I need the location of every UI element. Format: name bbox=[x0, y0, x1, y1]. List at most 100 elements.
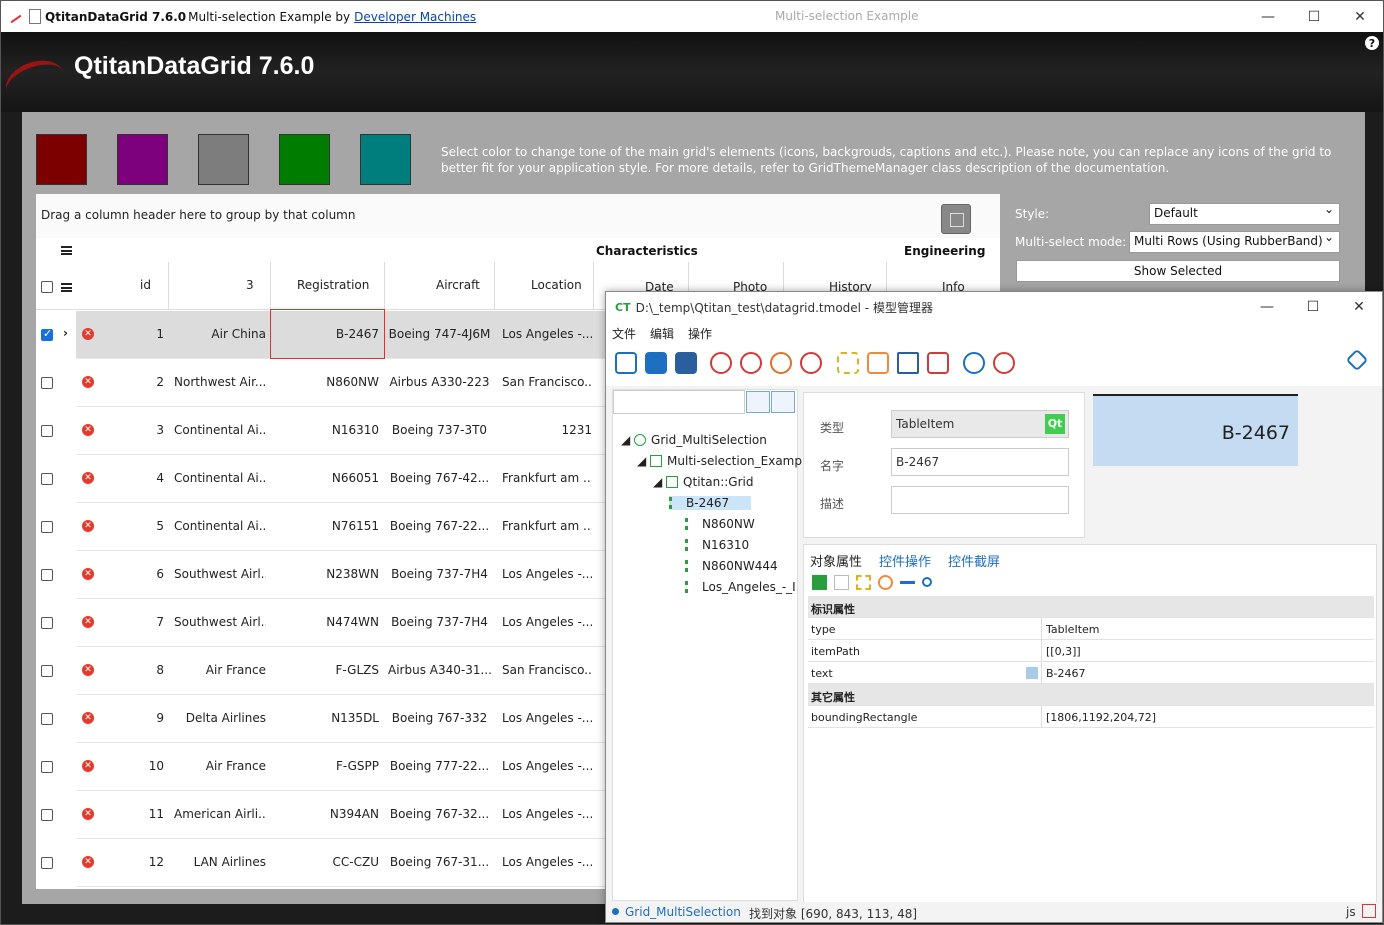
tree-search-input[interactable] bbox=[613, 390, 745, 414]
cell-airline[interactable]: American Airli... bbox=[174, 807, 266, 821]
close-button[interactable]: ✕ bbox=[1337, 1, 1383, 32]
cell-airline[interactable]: Continental Ai... bbox=[174, 423, 266, 437]
tree-node[interactable]: Los_Angeles_-_I bbox=[685, 580, 797, 594]
tree-node[interactable]: N860NW bbox=[685, 517, 755, 531]
cell-aircraft[interactable]: Airbus A330-223 bbox=[388, 375, 491, 389]
delete-row-icon[interactable]: ✕ bbox=[82, 808, 94, 820]
style-select[interactable]: Default bbox=[1149, 202, 1340, 225]
mm-close-button[interactable]: ✕ bbox=[1336, 292, 1382, 322]
delete-row-icon[interactable]: ✕ bbox=[82, 328, 94, 340]
cell-id[interactable]: 10 bbox=[149, 759, 164, 773]
timer-icon[interactable] bbox=[993, 352, 1015, 374]
cell-registration[interactable]: N135DL bbox=[276, 711, 379, 725]
cell-aircraft[interactable]: Boeing 767-332 bbox=[388, 711, 491, 725]
delete-row-icon[interactable]: ✕ bbox=[82, 664, 94, 676]
link-icon[interactable] bbox=[963, 352, 985, 374]
row-checkbox[interactable] bbox=[41, 617, 53, 629]
cell-airline[interactable]: Air France bbox=[174, 663, 266, 677]
save-icon[interactable] bbox=[675, 352, 697, 374]
cell-registration[interactable]: CC-CZU bbox=[276, 855, 379, 869]
property-row[interactable]: itemPath [[0,3]] bbox=[808, 640, 1374, 662]
row-checkbox[interactable] bbox=[41, 857, 53, 869]
delete-row-icon[interactable]: ✕ bbox=[82, 376, 94, 388]
open-folder-icon[interactable] bbox=[645, 352, 667, 374]
menu-action[interactable]: 操作 bbox=[688, 325, 712, 342]
cell-registration[interactable]: N238WN bbox=[276, 567, 379, 581]
cell-id[interactable]: 12 bbox=[149, 855, 164, 869]
property-row[interactable]: boundingRectangle [1806,1192,204,72] bbox=[808, 706, 1374, 728]
help-icon[interactable]: ? bbox=[1365, 36, 1379, 50]
tree-filter-button[interactable] bbox=[771, 391, 795, 413]
link-property-icon[interactable] bbox=[900, 581, 915, 584]
cell-airline[interactable]: Southwest Airl... bbox=[174, 615, 266, 629]
delete-row-icon[interactable]: ✕ bbox=[82, 856, 94, 868]
cell-airline[interactable]: LAN Airlines bbox=[174, 855, 266, 869]
multiselect-select[interactable]: Multi Rows (Using RubberBand) bbox=[1129, 230, 1340, 253]
cell-location[interactable]: Frankfurt am ... bbox=[502, 519, 592, 533]
row-checkbox[interactable] bbox=[41, 809, 53, 821]
status-record-icon[interactable] bbox=[1362, 904, 1376, 918]
menu-file[interactable]: 文件 bbox=[612, 325, 636, 342]
cell-aircraft[interactable]: Boeing 767-42... bbox=[388, 471, 491, 485]
screenshot-icon[interactable] bbox=[867, 352, 889, 374]
column-header-id[interactable]: id bbox=[140, 278, 151, 292]
cell-airline[interactable]: Continental Ai... bbox=[174, 519, 266, 533]
color-swatch-gray[interactable] bbox=[198, 134, 249, 185]
show-selected-button[interactable]: Show Selected bbox=[1016, 260, 1340, 282]
row-checkbox[interactable] bbox=[41, 569, 53, 581]
column-chooser-icon[interactable] bbox=[61, 246, 72, 255]
delete-row-icon[interactable]: ✕ bbox=[82, 472, 94, 484]
color-swatch-green[interactable] bbox=[279, 134, 330, 185]
property-row[interactable]: text B-2467 bbox=[808, 662, 1374, 684]
cell-aircraft[interactable]: Boeing 777-22... bbox=[388, 759, 491, 773]
cell-registration[interactable]: F-GSPP bbox=[276, 759, 379, 773]
cell-registration[interactable]: F-GLZS bbox=[276, 663, 380, 677]
delete-row-icon[interactable]: ✕ bbox=[82, 616, 94, 628]
color-swatch-red[interactable] bbox=[36, 134, 87, 185]
tab-control-actions[interactable]: 控件操作 bbox=[879, 551, 931, 570]
add-windows-object-icon[interactable] bbox=[710, 352, 732, 374]
add-image-object-icon[interactable] bbox=[740, 352, 762, 374]
row-checkbox[interactable] bbox=[41, 665, 53, 677]
delete-all-icon[interactable] bbox=[927, 352, 949, 374]
capture-icon[interactable] bbox=[837, 352, 859, 374]
color-swatch-purple[interactable] bbox=[117, 134, 168, 185]
cell-location[interactable]: Los Angeles -... bbox=[502, 567, 592, 581]
delete-row-icon[interactable]: ✕ bbox=[82, 568, 94, 580]
select-all-checkbox[interactable] bbox=[41, 281, 53, 293]
group-panel[interactable]: Drag a column header here to group by th… bbox=[36, 194, 1000, 238]
name-field[interactable]: B-2467 bbox=[891, 448, 1069, 476]
menu-edit[interactable]: 编辑 bbox=[650, 325, 674, 342]
tree-locate-button[interactable] bbox=[746, 391, 770, 413]
cell-aircraft[interactable]: Boeing 767-22... bbox=[388, 519, 491, 533]
cell-location[interactable]: Los Angeles -... bbox=[502, 327, 592, 341]
row-checkbox[interactable] bbox=[41, 761, 53, 773]
cell-registration[interactable]: N16310 bbox=[276, 423, 379, 437]
header-menu-icon[interactable] bbox=[61, 283, 72, 292]
row-checkbox[interactable] bbox=[41, 377, 53, 389]
column-header-location[interactable]: Location bbox=[531, 278, 582, 292]
cell-id[interactable]: 1 bbox=[156, 327, 164, 341]
cell-id[interactable]: 5 bbox=[156, 519, 164, 533]
tab-control-screenshot[interactable]: 控件截屏 bbox=[948, 551, 1000, 570]
cell-location[interactable]: Los Angeles -... bbox=[502, 807, 592, 821]
cell-aircraft[interactable]: Boeing 737-7H4 bbox=[388, 615, 491, 629]
cell-aircraft[interactable]: Boeing 767-31... bbox=[388, 855, 491, 869]
property-row[interactable]: type TableItem bbox=[808, 618, 1374, 640]
tree-node[interactable]: N860NW444 bbox=[685, 559, 778, 573]
color-swatch-teal[interactable] bbox=[360, 134, 411, 185]
column-header-registration[interactable]: Registration bbox=[297, 278, 369, 292]
add-property-icon[interactable] bbox=[812, 575, 827, 590]
maximize-button[interactable]: ☐ bbox=[1291, 1, 1337, 32]
column-header-3[interactable]: 3 bbox=[246, 278, 254, 292]
cell-location[interactable]: Los Angeles -... bbox=[502, 615, 592, 629]
property-checkbox-icon[interactable] bbox=[1026, 667, 1038, 679]
cell-id[interactable]: 11 bbox=[149, 807, 164, 821]
cell-aircraft[interactable]: Boeing 747-4J6M bbox=[388, 327, 491, 341]
cell-airline[interactable]: Continental Ai... bbox=[174, 471, 266, 485]
band-engineering[interactable]: Engineering bbox=[904, 244, 985, 258]
row-checkbox[interactable] bbox=[41, 713, 53, 725]
cell-registration[interactable]: N76151 bbox=[276, 519, 379, 533]
cell-location[interactable]: San Francisco... bbox=[502, 375, 592, 389]
cell-aircraft[interactable]: Boeing 737-7H4 bbox=[388, 567, 491, 581]
